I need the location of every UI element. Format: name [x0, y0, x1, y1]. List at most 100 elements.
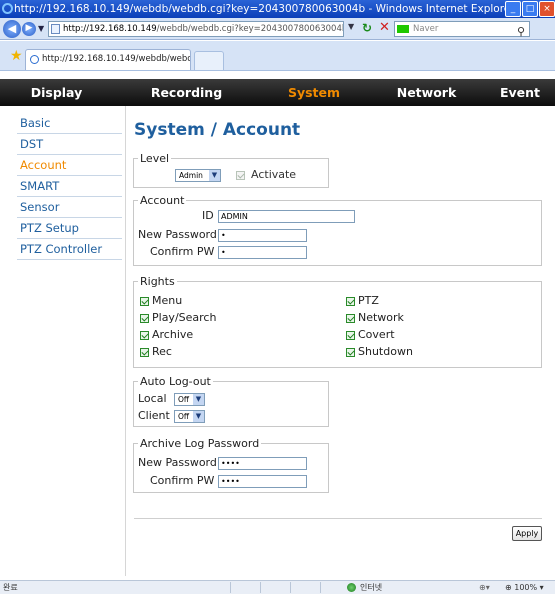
- status-text: 완료: [3, 583, 18, 592]
- tab-page-icon: [30, 55, 39, 64]
- archive-confirm-pw-field[interactable]: ••••: [218, 475, 307, 488]
- nav-network[interactable]: Network: [368, 79, 485, 106]
- forward-button[interactable]: ▶: [22, 22, 36, 36]
- top-navigation: Display Recording System Network Event: [0, 79, 555, 106]
- id-label: ID: [202, 209, 214, 222]
- page-icon: [51, 24, 60, 34]
- archive-new-password-field[interactable]: ••••: [218, 457, 307, 470]
- divider: [134, 518, 542, 519]
- archive-confirm-pw-label: Confirm PW: [150, 474, 215, 487]
- right-network-label: Network: [358, 311, 404, 324]
- level-legend: Level: [140, 152, 170, 165]
- address-toolbar: ◀ ▶ ▼ http://192.168.10.149/webdb/webdb.…: [0, 18, 555, 40]
- archive-log-legend: Archive Log Password: [140, 437, 260, 450]
- sidebar-item-smart[interactable]: SMART: [17, 176, 122, 197]
- account-legend: Account: [140, 194, 185, 207]
- security-icon[interactable]: ⊕▾: [479, 581, 490, 594]
- right-menu-checkbox[interactable]: [140, 297, 149, 306]
- sidebar-item-basic[interactable]: Basic: [17, 113, 122, 134]
- sidebar-item-dst[interactable]: DST: [17, 134, 122, 155]
- status-zone: 인터넷: [360, 583, 383, 592]
- level-select[interactable]: Admin ▼: [175, 169, 221, 182]
- right-shutdown-checkbox[interactable]: [346, 348, 355, 357]
- confirm-pw-label: Confirm PW: [150, 245, 215, 258]
- chevron-down-icon: ▼: [193, 394, 204, 405]
- close-button[interactable]: ×: [539, 1, 555, 17]
- zoom-value: 100%: [514, 583, 538, 592]
- local-logout-select[interactable]: Off ▼: [174, 393, 205, 406]
- right-shutdown-label: Shutdown: [358, 345, 413, 358]
- client-logout-value: Off: [178, 412, 190, 421]
- right-ptz-checkbox[interactable]: [346, 297, 355, 306]
- status-divider: [260, 582, 261, 593]
- window-title: http://192.168.10.149/webdb/webdb.cgi?ke…: [14, 3, 515, 15]
- address-input[interactable]: http://192.168.10.149/webdb/webdb.cgi?ke…: [48, 21, 344, 37]
- search-input[interactable]: Naver ⚲: [394, 21, 530, 39]
- sidebar-item-ptz-setup[interactable]: PTZ Setup: [17, 218, 122, 239]
- new-password-field[interactable]: •: [218, 229, 307, 242]
- right-play-search-checkbox[interactable]: [140, 314, 149, 323]
- client-label: Client: [138, 409, 170, 422]
- right-play-search-label: Play/Search: [152, 311, 217, 324]
- window-titlebar: http://192.168.10.149/webdb/webdb.cgi?ke…: [0, 0, 555, 18]
- archive-new-password-label: New Password: [138, 456, 217, 469]
- tab-bar: ★ http://192.168.10.149/webdb/webdb.cgi?…: [0, 41, 555, 71]
- right-covert-checkbox[interactable]: [346, 331, 355, 340]
- minimize-button[interactable]: _: [505, 1, 521, 17]
- status-bar: 완료 인터넷 ⊕▾ ⊕ 100% ▾: [0, 580, 555, 594]
- confirm-pw-field[interactable]: •: [218, 246, 307, 259]
- right-archive-label: Archive: [152, 328, 194, 341]
- local-label: Local: [138, 392, 167, 405]
- local-logout-value: Off: [178, 395, 190, 404]
- right-archive-checkbox[interactable]: [140, 331, 149, 340]
- zoom-level[interactable]: ⊕ 100% ▾: [505, 581, 544, 594]
- sidebar-item-sensor[interactable]: Sensor: [17, 197, 122, 218]
- address-dropdown-icon[interactable]: ▼: [348, 22, 360, 36]
- nav-event[interactable]: Event: [485, 79, 555, 106]
- tab-title: http://192.168.10.149/webdb/webdb.cgi?..…: [42, 54, 190, 64]
- activate-checkbox: [236, 171, 245, 180]
- new-password-label: New Password: [138, 228, 217, 241]
- right-rec-label: Rec: [152, 345, 172, 358]
- refresh-icon[interactable]: ↻: [362, 21, 372, 35]
- search-placeholder: Naver: [413, 24, 439, 34]
- activate-label: Activate: [251, 168, 297, 181]
- right-rec-checkbox[interactable]: [140, 348, 149, 357]
- right-covert-label: Covert: [358, 328, 395, 341]
- sidebar-item-ptz-controller[interactable]: PTZ Controller: [17, 239, 122, 260]
- sidebar-item-account[interactable]: Account: [17, 155, 122, 176]
- right-ptz-label: PTZ: [358, 294, 379, 307]
- window-controls: _ □ ×: [505, 1, 555, 17]
- naver-logo-icon: [397, 25, 409, 33]
- client-logout-select[interactable]: Off ▼: [174, 410, 205, 423]
- search-icon[interactable]: ⚲: [517, 25, 525, 39]
- sidebar: Basic DST Account SMART Sensor PTZ Setup…: [17, 113, 122, 260]
- favorites-star-icon[interactable]: ★: [10, 48, 23, 64]
- right-menu-label: Menu: [152, 294, 183, 307]
- status-divider: [230, 582, 231, 593]
- new-tab-button[interactable]: [194, 51, 224, 70]
- apply-button[interactable]: Apply: [512, 526, 542, 541]
- id-field[interactable]: ADMIN: [218, 210, 355, 223]
- nav-recording[interactable]: Recording: [113, 79, 260, 106]
- ie-logo-icon: [2, 3, 13, 14]
- nav-display[interactable]: Display: [0, 79, 113, 106]
- maximize-button[interactable]: □: [522, 1, 538, 17]
- address-host: http://192.168.10.149: [63, 24, 157, 34]
- chevron-down-icon: ▼: [209, 170, 220, 181]
- browser-tab[interactable]: http://192.168.10.149/webdb/webdb.cgi?..…: [25, 49, 191, 70]
- level-group: Level: [133, 152, 329, 188]
- chevron-down-icon: ▼: [193, 411, 204, 422]
- history-dropdown-icon[interactable]: ▼: [38, 24, 44, 33]
- stop-icon[interactable]: ✕: [379, 20, 390, 35]
- nav-system[interactable]: System: [260, 79, 368, 106]
- back-button[interactable]: ◀: [3, 20, 21, 38]
- right-network-checkbox[interactable]: [346, 314, 355, 323]
- level-select-value: Admin: [179, 171, 203, 180]
- status-divider: [320, 582, 321, 593]
- content-divider: [125, 106, 126, 576]
- address-path: /webdb/webdb.cgi?key=204300780063004b: [156, 24, 344, 34]
- rights-legend: Rights: [140, 275, 175, 288]
- auto-logout-legend: Auto Log-out: [140, 375, 211, 388]
- status-divider: [290, 582, 291, 593]
